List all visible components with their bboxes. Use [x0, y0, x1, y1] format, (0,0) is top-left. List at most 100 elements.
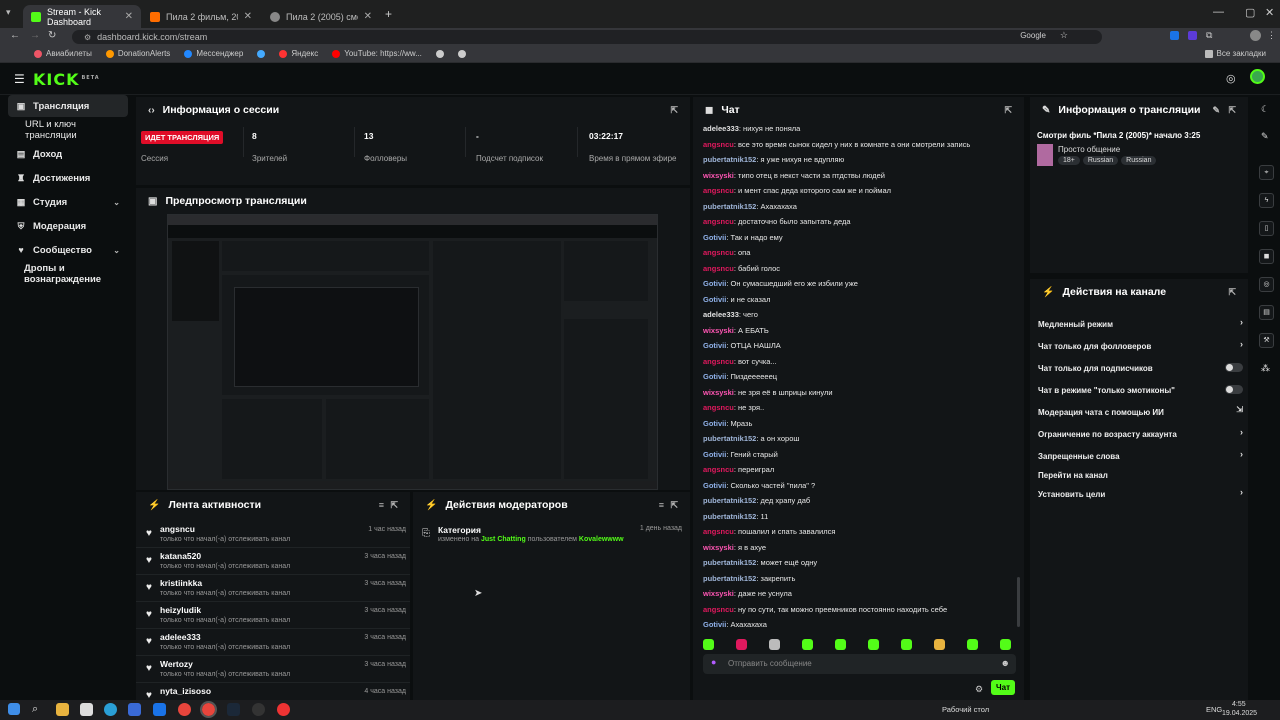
google-lens-chip[interactable]: Google: [1020, 31, 1046, 40]
emote-icon[interactable]: [967, 639, 978, 650]
chat-username[interactable]: Gotivii: [703, 341, 726, 350]
emote-icon[interactable]: [934, 639, 945, 650]
bookmark-star-icon[interactable]: ☆: [1060, 30, 1068, 41]
moon-icon[interactable]: ☾: [1261, 104, 1269, 115]
sidebar-item-studio[interactable]: ▦ Студия ⌄: [8, 191, 128, 213]
emote-icon[interactable]: [868, 639, 879, 650]
chat-username[interactable]: wixsyski: [703, 543, 734, 552]
desktop-label[interactable]: Рабочий стол: [942, 705, 989, 714]
chat-input[interactable]: ● Отправить сообщение ☻: [703, 654, 1016, 674]
emote-icon[interactable]: [1000, 639, 1011, 650]
chat-username[interactable]: angsncu: [703, 248, 734, 257]
close-icon[interactable]: ✕: [244, 11, 252, 22]
chat-username[interactable]: wixsyski: [703, 171, 734, 180]
emote-icon[interactable]: [802, 639, 813, 650]
document-icon[interactable]: ▯: [1259, 221, 1274, 236]
chat-username[interactable]: pubertatnik152: [703, 558, 756, 567]
chat-username[interactable]: Gotivii: [703, 419, 726, 428]
profile-avatar[interactable]: [1250, 30, 1261, 41]
help-icon[interactable]: ◎: [1226, 72, 1236, 85]
bookmark-item[interactable]: [457, 49, 466, 58]
steam-icon[interactable]: [227, 703, 240, 716]
browser-tab-kick[interactable]: Stream - Kick Dashboard ✕: [23, 5, 141, 28]
browser-tab-film[interactable]: Пила 2 фильм, 2005, дата вых ✕: [142, 5, 260, 28]
popout-icon[interactable]: ⇱: [1228, 287, 1236, 298]
kick-logo[interactable]: KICK BETA: [33, 70, 100, 89]
sidebar-item-drops[interactable]: Дропы и вознаграждение: [8, 263, 133, 285]
bookmark-item[interactable]: Мессенджер: [184, 49, 243, 58]
bookmark-item[interactable]: [435, 49, 444, 58]
settings-gear-icon[interactable]: ⚙: [975, 684, 983, 695]
microphone-icon[interactable]: ●: [711, 657, 716, 667]
broadcast-icon[interactable]: ◎: [1259, 277, 1274, 292]
banned-words-action[interactable]: Запрещенные слова ›: [1038, 447, 1243, 465]
send-chat-button[interactable]: Чат: [991, 680, 1015, 695]
chat-username[interactable]: Gotivii: [703, 450, 726, 459]
chat-username[interactable]: Gotivii: [703, 295, 726, 304]
ai-moderation-action[interactable]: Модерация чата с помощью ИИ ⇲: [1038, 403, 1243, 421]
chat-username[interactable]: pubertatnik152: [703, 496, 756, 505]
wrench-icon[interactable]: ⚒: [1259, 333, 1274, 348]
chat-username[interactable]: Gotivii: [703, 620, 726, 629]
site-info-icon[interactable]: ⚙: [84, 33, 91, 42]
new-tab-button[interactable]: +: [385, 7, 392, 21]
forward-icon[interactable]: →: [30, 30, 40, 41]
chat-username[interactable]: wixsyski: [703, 388, 734, 397]
stream-preview-video[interactable]: [167, 214, 658, 490]
chat-username[interactable]: angsncu: [703, 465, 734, 474]
chat-username[interactable]: angsncu: [703, 217, 734, 226]
minimize-icon[interactable]: —: [1213, 6, 1224, 18]
subscribers-only-toggle[interactable]: [1225, 363, 1243, 372]
popout-icon[interactable]: ⇱: [1228, 105, 1236, 116]
category-name[interactable]: Просто общение: [1058, 145, 1120, 154]
emote-icon[interactable]: [736, 639, 747, 650]
nodes-icon[interactable]: ⁂: [1261, 363, 1270, 374]
emoji-icon[interactable]: ☻: [1001, 658, 1010, 668]
extensions-icon[interactable]: ⧉: [1206, 30, 1212, 41]
filter-icon[interactable]: ≡: [659, 500, 664, 510]
chat-username[interactable]: angsncu: [703, 403, 734, 412]
url-input[interactable]: ⚙ dashboard.kick.com/stream Google ☆: [72, 30, 1102, 44]
back-icon[interactable]: ←: [10, 30, 20, 41]
tab-search-icon[interactable]: ▾: [6, 7, 11, 18]
chat-username[interactable]: Gotivii: [703, 481, 726, 490]
mail-icon[interactable]: [153, 703, 166, 716]
account-age-action[interactable]: Ограничение по возрасту аккаунта ›: [1038, 425, 1243, 443]
popout-icon[interactable]: ⇱: [390, 500, 398, 511]
chat-username[interactable]: angsncu: [703, 264, 734, 273]
emote-icon[interactable]: [835, 639, 846, 650]
clock-date[interactable]: 19.04.2025: [1222, 710, 1257, 717]
chat-username[interactable]: pubertatnik152: [703, 155, 756, 164]
chat-username[interactable]: wixsyski: [703, 326, 734, 335]
sidebar-item-achievements[interactable]: ♜ Достижения: [8, 167, 128, 189]
chrome-icon[interactable]: [178, 703, 191, 716]
store-icon[interactable]: [128, 703, 141, 716]
bookmark-item[interactable]: Авиабилеты: [34, 49, 92, 58]
emote-icon[interactable]: [901, 639, 912, 650]
search-icon[interactable]: ⌕: [32, 703, 38, 716]
chat-username[interactable]: angsncu: [703, 140, 734, 149]
lightning-icon[interactable]: ϟ: [1259, 193, 1274, 208]
sidebar-item-income[interactable]: ▤ Доход: [8, 143, 128, 165]
go-to-channel-action[interactable]: Перейти на канал: [1038, 466, 1243, 484]
pen-icon[interactable]: ✎: [1261, 131, 1269, 142]
chat-username[interactable]: angsncu: [703, 527, 734, 536]
edge-icon[interactable]: [104, 703, 117, 716]
chat-username[interactable]: Gotivii: [703, 372, 726, 381]
popout-icon[interactable]: ⇱: [670, 105, 678, 116]
bookmark-item[interactable]: [257, 49, 266, 58]
app-icon[interactable]: [277, 703, 290, 716]
browser-tab-watch[interactable]: Пила 2 (2005) смотреть онлай ✕: [262, 5, 380, 28]
maximize-icon[interactable]: ▢: [1245, 6, 1255, 19]
chat-username[interactable]: pubertatnik152: [703, 434, 756, 443]
obs-icon[interactable]: [252, 703, 265, 716]
extension-icon[interactable]: [1188, 31, 1197, 40]
all-bookmarks[interactable]: Все закладки: [1204, 49, 1266, 58]
filter-icon[interactable]: ≡: [379, 500, 384, 510]
scene-icon[interactable]: ⌖: [1259, 165, 1274, 180]
window-close-icon[interactable]: ✕: [1265, 6, 1274, 19]
close-icon[interactable]: ✕: [125, 11, 133, 22]
emote-icon[interactable]: [769, 639, 780, 650]
sidebar-item-stream[interactable]: ▣ Трансляция: [8, 95, 128, 117]
edit-icon[interactable]: ✎: [1212, 105, 1220, 116]
